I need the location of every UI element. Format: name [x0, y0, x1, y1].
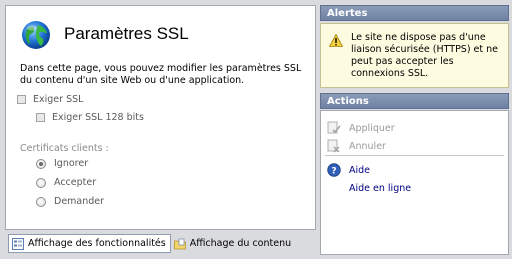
help-icon: ? [327, 163, 341, 177]
apply-icon [327, 121, 341, 134]
right-panel: Alertes Le site ne dispose pas d'une lia… [320, 5, 509, 255]
view-tabs: Affichage des fonctionnalités Affichage … [8, 234, 295, 254]
require-ssl-128-label: Exiger SSL 128 bits [52, 112, 144, 123]
radio-button[interactable] [36, 196, 46, 207]
tab-content-view[interactable]: Affichage du contenu [171, 234, 295, 253]
tab-content-label: Affichage du contenu [189, 238, 292, 249]
radio-ignore[interactable]: Ignorer [36, 158, 88, 169]
globe-icon [22, 21, 50, 49]
actions-panel: Appliquer Annuler ? Aide Aide en ligne [320, 110, 509, 255]
require-ssl-label: Exiger SSL [33, 94, 84, 105]
radio-accept[interactable]: Accepter [36, 177, 96, 188]
radio-require[interactable]: Demander [36, 196, 104, 207]
radio-require-label: Demander [54, 196, 105, 207]
page-description: Dans cette page, vous pouvez modifier le… [20, 63, 302, 86]
features-view-icon [12, 237, 24, 250]
cancel-icon [327, 139, 340, 153]
alert-message: Le site ne dispose pas d'une liaison séc… [351, 32, 499, 79]
warning-icon [329, 34, 343, 47]
radio-accept-label: Accepter [54, 177, 97, 188]
cancel-action[interactable]: Annuler [327, 139, 386, 153]
require-ssl-checkbox[interactable]: Exiger SSL [17, 94, 83, 105]
actions-header[interactable]: Actions [320, 93, 509, 109]
radio-ignore-label: Ignorer [54, 158, 89, 169]
tab-features-view[interactable]: Affichage des fonctionnalités [8, 234, 171, 253]
page-title: Paramètres SSL [64, 24, 189, 43]
radio-button[interactable] [36, 177, 46, 188]
alerts-header[interactable]: Alertes [320, 5, 509, 21]
client-certificates-label: Certificats clients : [20, 143, 109, 154]
tab-features-label: Affichage des fonctionnalités [28, 238, 166, 249]
online-help-label: Aide en ligne [349, 183, 412, 194]
apply-label: Appliquer [349, 122, 395, 134]
radio-button[interactable] [36, 158, 46, 169]
actions-divider [325, 155, 504, 156]
content-view-icon [173, 238, 186, 249]
require-ssl-128-checkbox[interactable]: Exiger SSL 128 bits [36, 112, 144, 123]
apply-action[interactable]: Appliquer [327, 121, 395, 135]
alert-box: Le site ne dispose pas d'une liaison séc… [320, 23, 509, 88]
online-help-link[interactable]: Aide en ligne [349, 183, 411, 194]
checkbox-box[interactable] [17, 95, 26, 104]
checkbox-box[interactable] [36, 113, 45, 122]
help-action[interactable]: ? Aide [327, 163, 370, 177]
svg-text:?: ? [331, 167, 336, 177]
ssl-settings-pane: Paramètres SSL Dans cette page, vous pou… [5, 5, 316, 230]
cancel-label: Annuler [349, 140, 386, 152]
help-label: Aide [349, 164, 371, 176]
